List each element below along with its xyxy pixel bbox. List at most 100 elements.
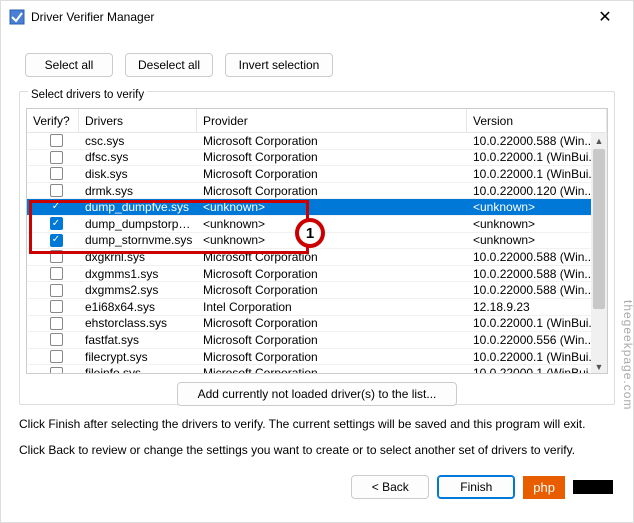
cell-driver: dump_dumpfve.sys [79, 200, 197, 214]
verify-checkbox[interactable] [50, 134, 63, 147]
cell-version: 10.0.22000.588 (Win... [467, 283, 607, 297]
verify-checkbox[interactable] [50, 151, 63, 164]
table-row[interactable]: ehstorclass.sysMicrosoft Corporation10.0… [27, 316, 607, 333]
cell-provider: Microsoft Corporation [197, 167, 467, 181]
cell-driver: dump_stornvme.sys [79, 233, 197, 247]
cell-driver: dfsc.sys [79, 150, 197, 164]
cell-verify [27, 284, 79, 297]
cell-provider: Microsoft Corporation [197, 283, 467, 297]
col-version[interactable]: Version [467, 109, 607, 132]
cell-driver: dump_dumpstorpor... [79, 217, 197, 231]
table-row[interactable]: dxgmms1.sysMicrosoft Corporation10.0.220… [27, 266, 607, 283]
cell-verify [27, 217, 79, 230]
cell-driver: e1i68x64.sys [79, 300, 197, 314]
table-row[interactable]: dump_dumpfve.sys<unknown><unknown> [27, 199, 607, 216]
cell-verify [27, 167, 79, 180]
table-row[interactable]: dxgmms2.sysMicrosoft Corporation10.0.220… [27, 282, 607, 299]
table-row[interactable]: drmk.sysMicrosoft Corporation10.0.22000.… [27, 183, 607, 200]
table-row[interactable]: dxgkrnl.sysMicrosoft Corporation10.0.220… [27, 249, 607, 266]
php-badge: php [523, 476, 565, 499]
cell-provider: Intel Corporation [197, 300, 467, 314]
back-button[interactable]: < Back [351, 475, 429, 499]
finish-button[interactable]: Finish [437, 475, 515, 499]
close-button[interactable]: ✕ [585, 7, 625, 27]
footer: < Back Finish php [19, 475, 615, 499]
cell-version: <unknown> [467, 233, 607, 247]
scroll-thumb[interactable] [593, 149, 605, 309]
titlebar: Driver Verifier Manager ✕ [1, 1, 633, 33]
cell-provider: Microsoft Corporation [197, 333, 467, 347]
drivers-table: Verify? Drivers Provider Version csc.sys… [26, 108, 608, 374]
cell-verify [27, 367, 79, 374]
deselect-all-button[interactable]: Deselect all [125, 53, 213, 77]
button-row: Select all Deselect all Invert selection [19, 33, 615, 87]
verify-checkbox[interactable] [50, 217, 63, 230]
cell-verify [27, 134, 79, 147]
info-text-2: Click Back to review or change the setti… [19, 443, 615, 457]
cell-verify [27, 234, 79, 247]
col-drivers[interactable]: Drivers [79, 109, 197, 132]
col-verify[interactable]: Verify? [27, 109, 79, 132]
table-row[interactable]: dfsc.sysMicrosoft Corporation10.0.22000.… [27, 150, 607, 167]
verify-checkbox[interactable] [50, 317, 63, 330]
verify-checkbox[interactable] [50, 201, 63, 214]
table-row[interactable]: filecrypt.sysMicrosoft Corporation10.0.2… [27, 349, 607, 366]
info-text-1: Click Finish after selecting the drivers… [19, 417, 615, 431]
cell-verify [27, 201, 79, 214]
cell-version: <unknown> [467, 217, 607, 231]
cell-version: 10.0.22000.1 (WinBui... [467, 316, 607, 330]
verify-checkbox[interactable] [50, 300, 63, 313]
select-all-button[interactable]: Select all [25, 53, 113, 77]
add-drivers-button[interactable]: Add currently not loaded driver(s) to th… [177, 382, 457, 406]
table-row[interactable]: disk.sysMicrosoft Corporation10.0.22000.… [27, 166, 607, 183]
cell-provider: Microsoft Corporation [197, 134, 467, 148]
verify-checkbox[interactable] [50, 250, 63, 263]
cell-version: 10.0.22000.588 (Win... [467, 134, 607, 148]
cell-driver: fileinfo.sys [79, 366, 197, 374]
verify-checkbox[interactable] [50, 350, 63, 363]
table-body: csc.sysMicrosoft Corporation10.0.22000.5… [27, 133, 607, 374]
content: Select all Deselect all Invert selection… [1, 33, 633, 499]
cell-provider: <unknown> [197, 200, 467, 214]
table-header: Verify? Drivers Provider Version [27, 109, 607, 133]
cell-verify [27, 267, 79, 280]
verify-checkbox[interactable] [50, 167, 63, 180]
cell-provider: Microsoft Corporation [197, 150, 467, 164]
cell-version: 10.0.22000.588 (Win... [467, 250, 607, 264]
cell-version: 10.0.22000.1 (WinBui... [467, 150, 607, 164]
cell-version: 10.0.22000.588 (Win... [467, 267, 607, 281]
scroll-up-icon[interactable]: ▲ [591, 133, 607, 149]
verify-checkbox[interactable] [50, 184, 63, 197]
cell-version: 10.0.22000.556 (Win... [467, 333, 607, 347]
window: Driver Verifier Manager ✕ Select all Des… [0, 0, 634, 523]
cell-driver: dxgmms1.sys [79, 267, 197, 281]
cell-driver: dxgmms2.sys [79, 283, 197, 297]
cell-driver: csc.sys [79, 134, 197, 148]
cell-verify [27, 350, 79, 363]
invert-selection-button[interactable]: Invert selection [225, 53, 333, 77]
cell-provider: Microsoft Corporation [197, 366, 467, 374]
col-provider[interactable]: Provider [197, 109, 467, 132]
cell-provider: <unknown> [197, 217, 467, 231]
scrollbar[interactable]: ▲ ▼ [591, 133, 607, 374]
verify-checkbox[interactable] [50, 284, 63, 297]
table-row[interactable]: fileinfo.sysMicrosoft Corporation10.0.22… [27, 365, 607, 374]
table-row[interactable]: fastfat.sysMicrosoft Corporation10.0.220… [27, 332, 607, 349]
verify-checkbox[interactable] [50, 333, 63, 346]
cell-provider: Microsoft Corporation [197, 316, 467, 330]
table-row[interactable]: dump_stornvme.sys<unknown><unknown> [27, 233, 607, 250]
table-row[interactable]: dump_dumpstorpor...<unknown><unknown> [27, 216, 607, 233]
cell-version: <unknown> [467, 200, 607, 214]
black-strip [573, 480, 613, 494]
verify-checkbox[interactable] [50, 267, 63, 280]
cell-provider: Microsoft Corporation [197, 350, 467, 364]
cell-verify [27, 333, 79, 346]
table-row[interactable]: e1i68x64.sysIntel Corporation12.18.9.23 [27, 299, 607, 316]
cell-driver: fastfat.sys [79, 333, 197, 347]
verify-checkbox[interactable] [50, 367, 63, 374]
cell-driver: filecrypt.sys [79, 350, 197, 364]
cell-driver: drmk.sys [79, 184, 197, 198]
verify-checkbox[interactable] [50, 234, 63, 247]
table-row[interactable]: csc.sysMicrosoft Corporation10.0.22000.5… [27, 133, 607, 150]
scroll-down-icon[interactable]: ▼ [591, 359, 607, 374]
